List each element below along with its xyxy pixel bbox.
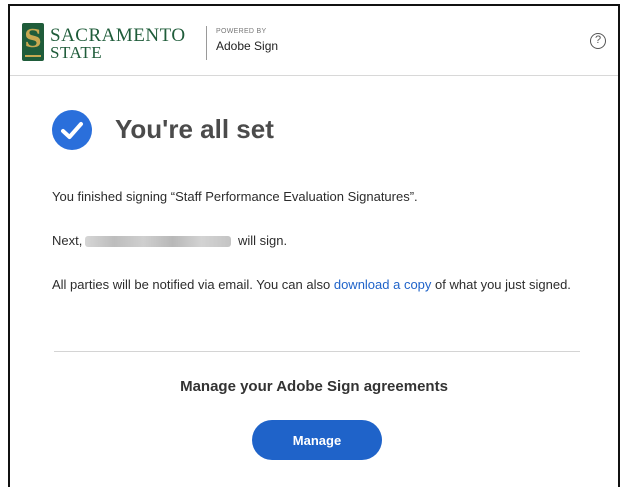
notify-text: All parties will be notified via email. …: [52, 277, 331, 292]
finished-message: You finished signing “Staff Performance …: [52, 189, 418, 204]
section-divider: [54, 351, 580, 352]
powered-by-label: POWERED BY: [216, 28, 267, 35]
next-signer-message: Next, will sign.: [52, 230, 287, 251]
checkmark-circle-icon: [52, 110, 92, 150]
logo-text-line2: STATE: [50, 43, 103, 62]
sacramento-state-seal-icon: S: [22, 23, 44, 61]
question-circle-icon[interactable]: ?: [590, 33, 606, 49]
manage-heading: Manage your Adobe Sign agreements: [180, 378, 448, 395]
next-suffix: will sign.: [237, 233, 288, 248]
notify-suffix: of what you just signed.: [435, 277, 571, 292]
header-divider: [206, 26, 207, 60]
next-prefix: Next,: [52, 233, 83, 248]
download-copy-link[interactable]: download a copy: [334, 277, 432, 292]
header: S SACRAMENTO STATE POWERED BY Adobe Sign…: [10, 6, 618, 76]
status-title: You're all set: [115, 114, 274, 144]
signing-complete-window: S SACRAMENTO STATE POWERED BY Adobe Sign…: [8, 4, 620, 487]
manage-button[interactable]: Manage: [252, 420, 382, 460]
notify-message: All parties will be notified via email. …: [52, 274, 582, 295]
adobe-sign-label: Adobe Sign: [216, 39, 279, 53]
redacted-email: [85, 236, 232, 248]
